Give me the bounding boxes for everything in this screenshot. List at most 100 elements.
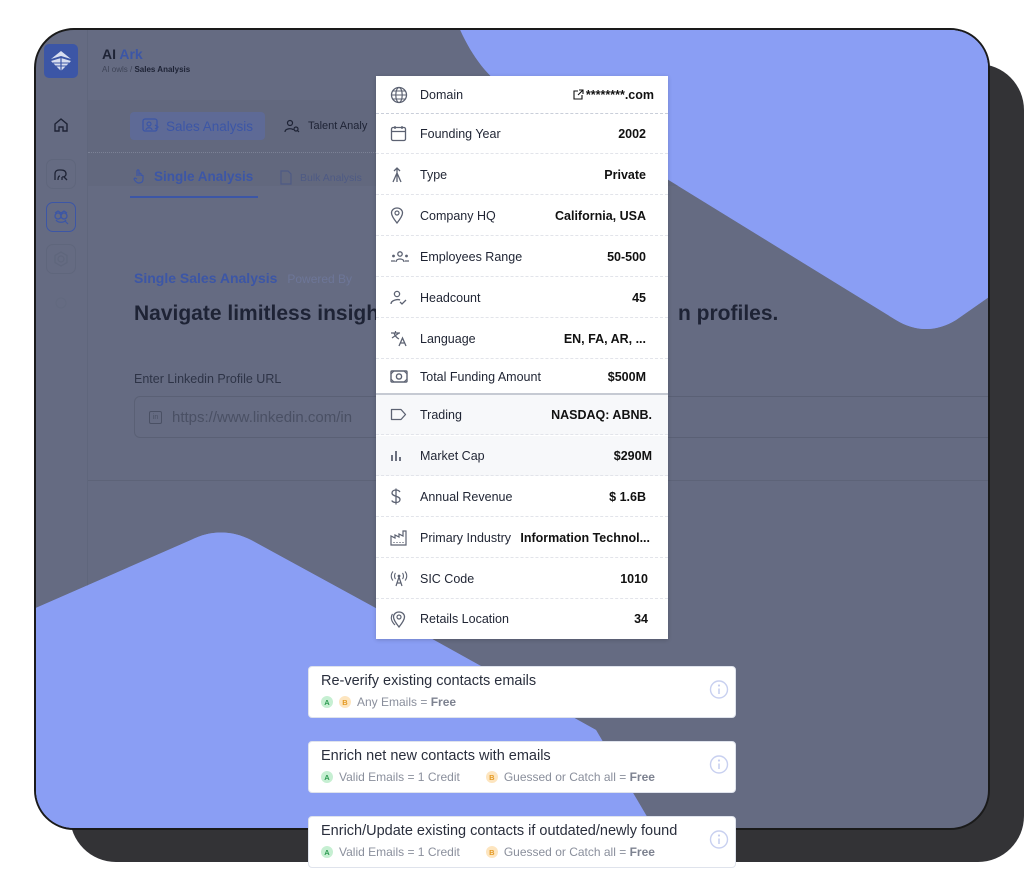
info-value: NASDAQ: ABNB. (551, 407, 652, 422)
info-label: Total Funding Amount (420, 369, 541, 384)
info-row-type: Type Private (376, 155, 668, 195)
linkedin-icon: in (149, 410, 162, 424)
info-row-language: Language EN, FA, AR, ... (376, 319, 668, 359)
info-label: Trading (420, 407, 462, 422)
tab-label: Talent Analy (308, 120, 368, 132)
tab-label: Sales Analysis (166, 118, 254, 134)
sidebar-item-edit[interactable] (46, 288, 76, 318)
info-value: 2002 (618, 126, 646, 141)
info-row-headcount: Headcount 45 (376, 278, 668, 318)
option-title: Enrich/Update existing contacts if outda… (321, 823, 678, 839)
info-label: Primary Industry (420, 530, 511, 545)
translate-icon (391, 331, 407, 347)
dollar-icon (391, 488, 401, 505)
info-value: 50-500 (607, 249, 646, 264)
people-search-icon (54, 169, 68, 181)
sidebar-item-hexagon[interactable] (46, 244, 76, 274)
info-row-annual-revenue: Annual Revenue $ 1.6B (376, 477, 668, 517)
antenna-icon (390, 571, 408, 587)
domain-link[interactable]: ********.com (573, 88, 654, 102)
pricing-text-a: Valid Emails = 1 Credit (339, 770, 460, 784)
badge-a-icon: A (321, 696, 333, 708)
info-value: EN, FA, AR, ... (563, 331, 646, 346)
info-row-primary-industry: Primary Industry Information Technol... (376, 518, 668, 558)
info-icon[interactable] (709, 755, 729, 780)
hexagon-icon (54, 251, 68, 267)
info-value: $290M (613, 448, 652, 463)
globe-icon (390, 86, 408, 103)
option-card-reverify[interactable]: Re-verify existing contacts emails A B A… (308, 666, 736, 718)
info-value: Information Technol... (520, 530, 650, 545)
info-icon[interactable] (709, 680, 729, 705)
sidebar-item-people-search[interactable] (46, 159, 76, 189)
section-title: Single Sales Analysis Powered By (134, 270, 352, 286)
headline: Navigate limitless insigh (134, 302, 380, 325)
tag-icon (390, 408, 407, 421)
edit-icon (55, 297, 67, 309)
info-value: 34 (634, 612, 648, 626)
app-title-accent: Ark (119, 46, 143, 62)
sidebar-item-home[interactable] (46, 110, 76, 140)
app-logo[interactable] (44, 44, 78, 78)
option-card-enrich-new[interactable]: Enrich net new contacts with emails A Va… (308, 741, 736, 793)
option-card-enrich-update[interactable]: Enrich/Update existing contacts if outda… (308, 816, 736, 868)
subtab-bulk-analysis[interactable]: Bulk Analysis (280, 170, 362, 185)
breadcrumb-current: Sales Analysis (134, 65, 191, 74)
info-icon[interactable] (709, 830, 729, 855)
sidebar (36, 30, 88, 828)
tab-sales-analysis[interactable]: Sales Analysis (130, 112, 266, 140)
active-subtab-indicator (130, 196, 258, 198)
section-title-text: Single Sales Analysis (134, 270, 278, 286)
info-label: Type (420, 167, 448, 182)
owl-icon (54, 210, 69, 225)
option-pricing: A Valid Emails = 1 Credit B Guessed or C… (321, 845, 723, 859)
info-row-sic-code: SIC Code 1010 (376, 559, 668, 599)
pricing-text-b: Guessed or Catch all = (503, 770, 627, 784)
info-row-trading: Trading NASDAQ: ABNB. (376, 395, 668, 435)
info-row-founding-year: Founding Year 2002 (376, 114, 668, 154)
pricing-value: Free (430, 695, 457, 709)
info-value: California, USA (555, 208, 646, 223)
pricing-text-a: Valid Emails = 1 Credit (339, 845, 460, 859)
info-value: Private (604, 167, 646, 182)
powered-by-text: Powered By (287, 272, 353, 286)
subtab-single-analysis[interactable]: Single Analysis (132, 168, 253, 184)
info-row-employees-range: Employees Range 50-500 (376, 237, 668, 277)
linkedin-url-placeholder: https://www.linkedin.com/in (172, 408, 353, 426)
talent-search-icon (284, 119, 300, 133)
bar-chart-icon (391, 451, 401, 461)
breadcrumb-parent[interactable]: AI owls (102, 65, 128, 74)
sales-icon (142, 118, 160, 132)
info-label: SIC Code (420, 571, 475, 586)
home-icon (54, 118, 68, 132)
info-value: ********.com (585, 87, 654, 102)
location-multi-icon (390, 611, 406, 628)
subtab-label: Bulk Analysis (300, 171, 362, 184)
info-value: $ 1.6B (609, 489, 646, 504)
info-row-company-hq: Company HQ California, USA (376, 196, 668, 236)
touch-icon (133, 169, 144, 184)
info-value: 1010 (620, 571, 648, 586)
info-row-total-funding: Total Funding Amount $500M (376, 360, 668, 393)
location-pin-icon (390, 207, 404, 224)
sidebar-item-owl-analysis[interactable] (46, 202, 76, 232)
file-icon (280, 170, 292, 185)
pricing-value: Free (629, 845, 655, 859)
breadcrumb: AI owls / Sales Analysis (102, 65, 190, 74)
ark-logo-icon (51, 51, 71, 71)
info-label: Employees Range (420, 249, 523, 264)
badge-b-icon: B (485, 771, 498, 783)
badge-a-icon: A (321, 771, 333, 783)
info-label: Founding Year (420, 126, 501, 141)
user-check-icon (390, 290, 407, 305)
info-label: Retails Location (420, 612, 509, 626)
tab-talent-analysis[interactable]: Talent Analy (284, 112, 367, 140)
info-label: Language (420, 331, 476, 346)
info-value: 45 (632, 290, 646, 305)
linkedin-url-label: Enter Linkedin Profile URL (134, 372, 282, 386)
money-icon (390, 370, 408, 383)
option-pricing: A Valid Emails = 1 Credit B Guessed or C… (321, 770, 723, 784)
badge-a-icon: A (321, 846, 333, 858)
info-value: $500M (607, 369, 646, 384)
group-icon (391, 250, 409, 262)
